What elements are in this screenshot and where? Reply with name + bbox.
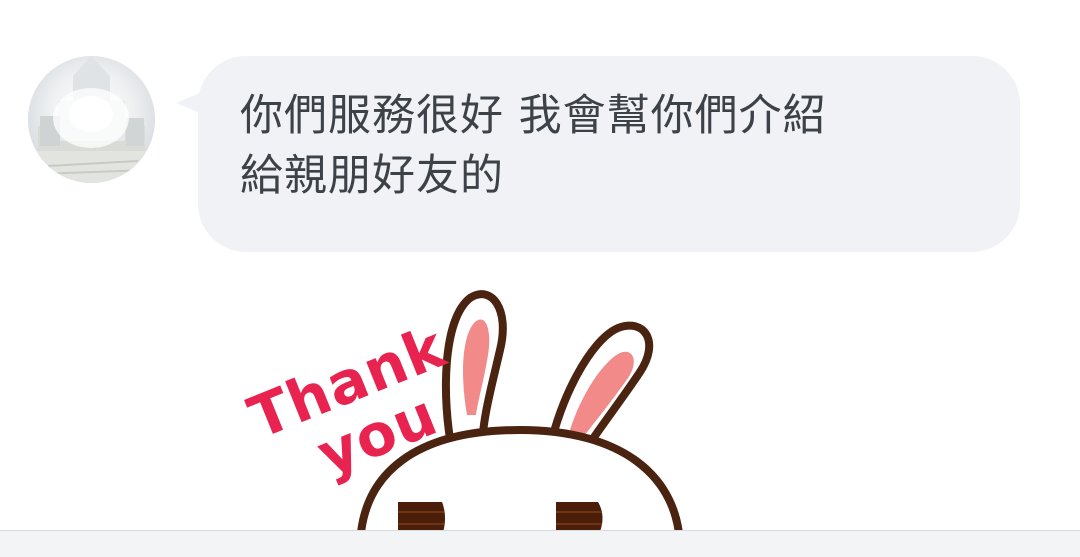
thank-you-sticker[interactable]: Thank you (220, 280, 700, 530)
chat-thread: 你們服務很好 我會幫你們介紹 給親朋好友的 Thank you (0, 0, 1080, 530)
message-bubble[interactable]: 你們服務很好 我會幫你們介紹 給親朋好友的 (198, 56, 1020, 252)
message-text-line-2: 給親朋好友的 (240, 151, 504, 201)
message-text-line-1: 你們服務很好 我會幫你們介紹 (240, 91, 827, 141)
composer-bar (0, 530, 1080, 557)
avatar-photo-icon (28, 56, 155, 183)
rabbit-sticker-icon: Thank you (239, 290, 683, 530)
sender-avatar[interactable] (28, 56, 155, 183)
